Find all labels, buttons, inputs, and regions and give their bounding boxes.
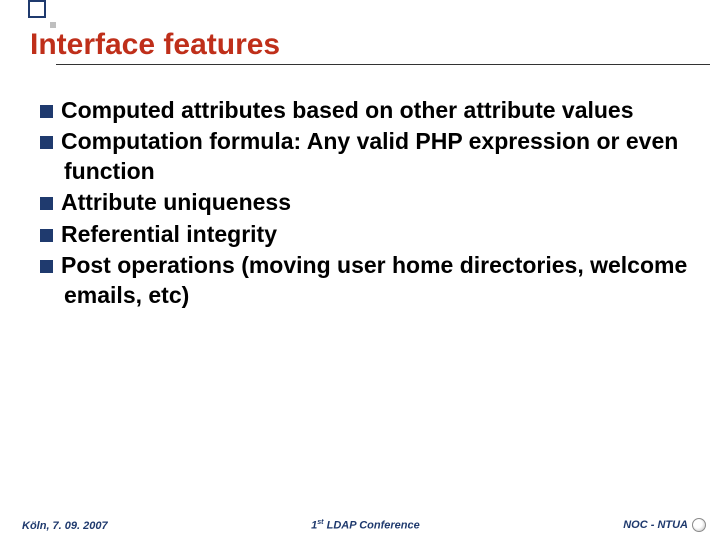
footer-left: Köln, 7. 09. 2007 bbox=[22, 520, 108, 532]
slide-title: Interface features bbox=[30, 28, 280, 62]
square-bullet-icon bbox=[40, 197, 53, 210]
corner-square-decor bbox=[28, 0, 46, 18]
square-bullet-icon bbox=[40, 105, 53, 118]
list-item: Computed attributes based on other attri… bbox=[40, 96, 690, 125]
footer-center: 1st LDAP Conference bbox=[108, 518, 624, 532]
footer-center-post: LDAP Conference bbox=[327, 520, 420, 532]
list-item: Computation formula: Any valid PHP expre… bbox=[40, 127, 690, 186]
list-item: Post operations (moving user home direct… bbox=[40, 251, 690, 310]
square-bullet-icon bbox=[40, 229, 53, 242]
square-bullet-icon bbox=[40, 260, 53, 273]
square-bullet-icon bbox=[40, 136, 53, 149]
list-item: Referential integrity bbox=[40, 220, 690, 249]
bullet-text: Computed attributes based on other attri… bbox=[61, 97, 634, 123]
bullet-text: Post operations (moving user home direct… bbox=[61, 252, 687, 307]
footer-right-text: NOC - NTUA bbox=[623, 519, 688, 531]
footer-right: NOC - NTUA bbox=[623, 518, 706, 532]
bullet-list: Computed attributes based on other attri… bbox=[40, 96, 690, 312]
title-underline bbox=[56, 64, 710, 65]
ntua-logo-icon bbox=[692, 518, 706, 532]
footer: Köln, 7. 09. 2007 1st LDAP Conference NO… bbox=[22, 518, 706, 532]
bullet-text: Referential integrity bbox=[61, 221, 277, 247]
bullet-text: Attribute uniqueness bbox=[61, 189, 291, 215]
list-item: Attribute uniqueness bbox=[40, 188, 690, 217]
bullet-text: Computation formula: Any valid PHP expre… bbox=[61, 128, 678, 183]
footer-center-sup: st bbox=[317, 518, 323, 526]
